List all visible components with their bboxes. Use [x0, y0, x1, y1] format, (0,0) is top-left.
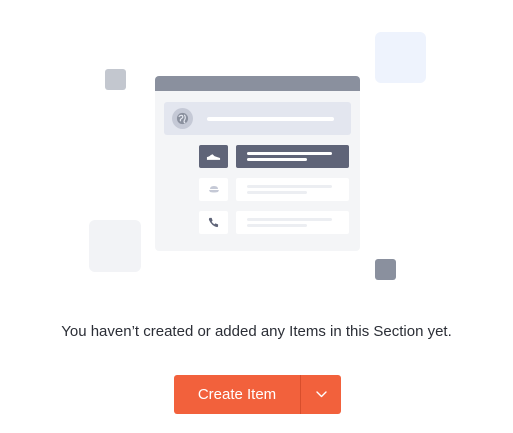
illustration-placeholder-line	[247, 224, 307, 227]
illustration-list-row	[236, 178, 349, 201]
create-item-split-button: Create Item	[174, 375, 341, 414]
illustration-placeholder-line	[247, 191, 307, 194]
illustration-placeholder-line	[247, 218, 332, 221]
illustration-window-titlebar	[155, 76, 360, 91]
illustration-list-row	[236, 211, 349, 234]
illustration-placeholder-line	[247, 185, 332, 188]
illustration-placeholder-line	[207, 117, 334, 121]
illustration-list-row	[236, 145, 349, 168]
illustration-window	[155, 76, 360, 251]
illustration-placeholder-line	[247, 152, 332, 155]
illustration-placeholder-line	[247, 158, 307, 161]
chevron-down-icon	[315, 391, 327, 398]
decorative-square	[105, 69, 126, 90]
phone-icon	[199, 211, 228, 234]
decorative-square	[89, 220, 141, 272]
empty-state-page: You haven’t created or added any Items i…	[0, 0, 513, 433]
shoe-icon	[199, 145, 228, 168]
create-item-button[interactable]: Create Item	[174, 375, 300, 414]
empty-state-message: You haven’t created or added any Items i…	[61, 323, 452, 340]
decorative-square	[375, 259, 396, 280]
empty-state-illustration	[0, 0, 513, 300]
illustration-header-row	[164, 102, 351, 135]
create-options-dropdown-button[interactable]	[301, 375, 341, 414]
decorative-square	[375, 32, 426, 83]
hat-icon	[199, 178, 228, 201]
globe-icon	[172, 108, 193, 129]
